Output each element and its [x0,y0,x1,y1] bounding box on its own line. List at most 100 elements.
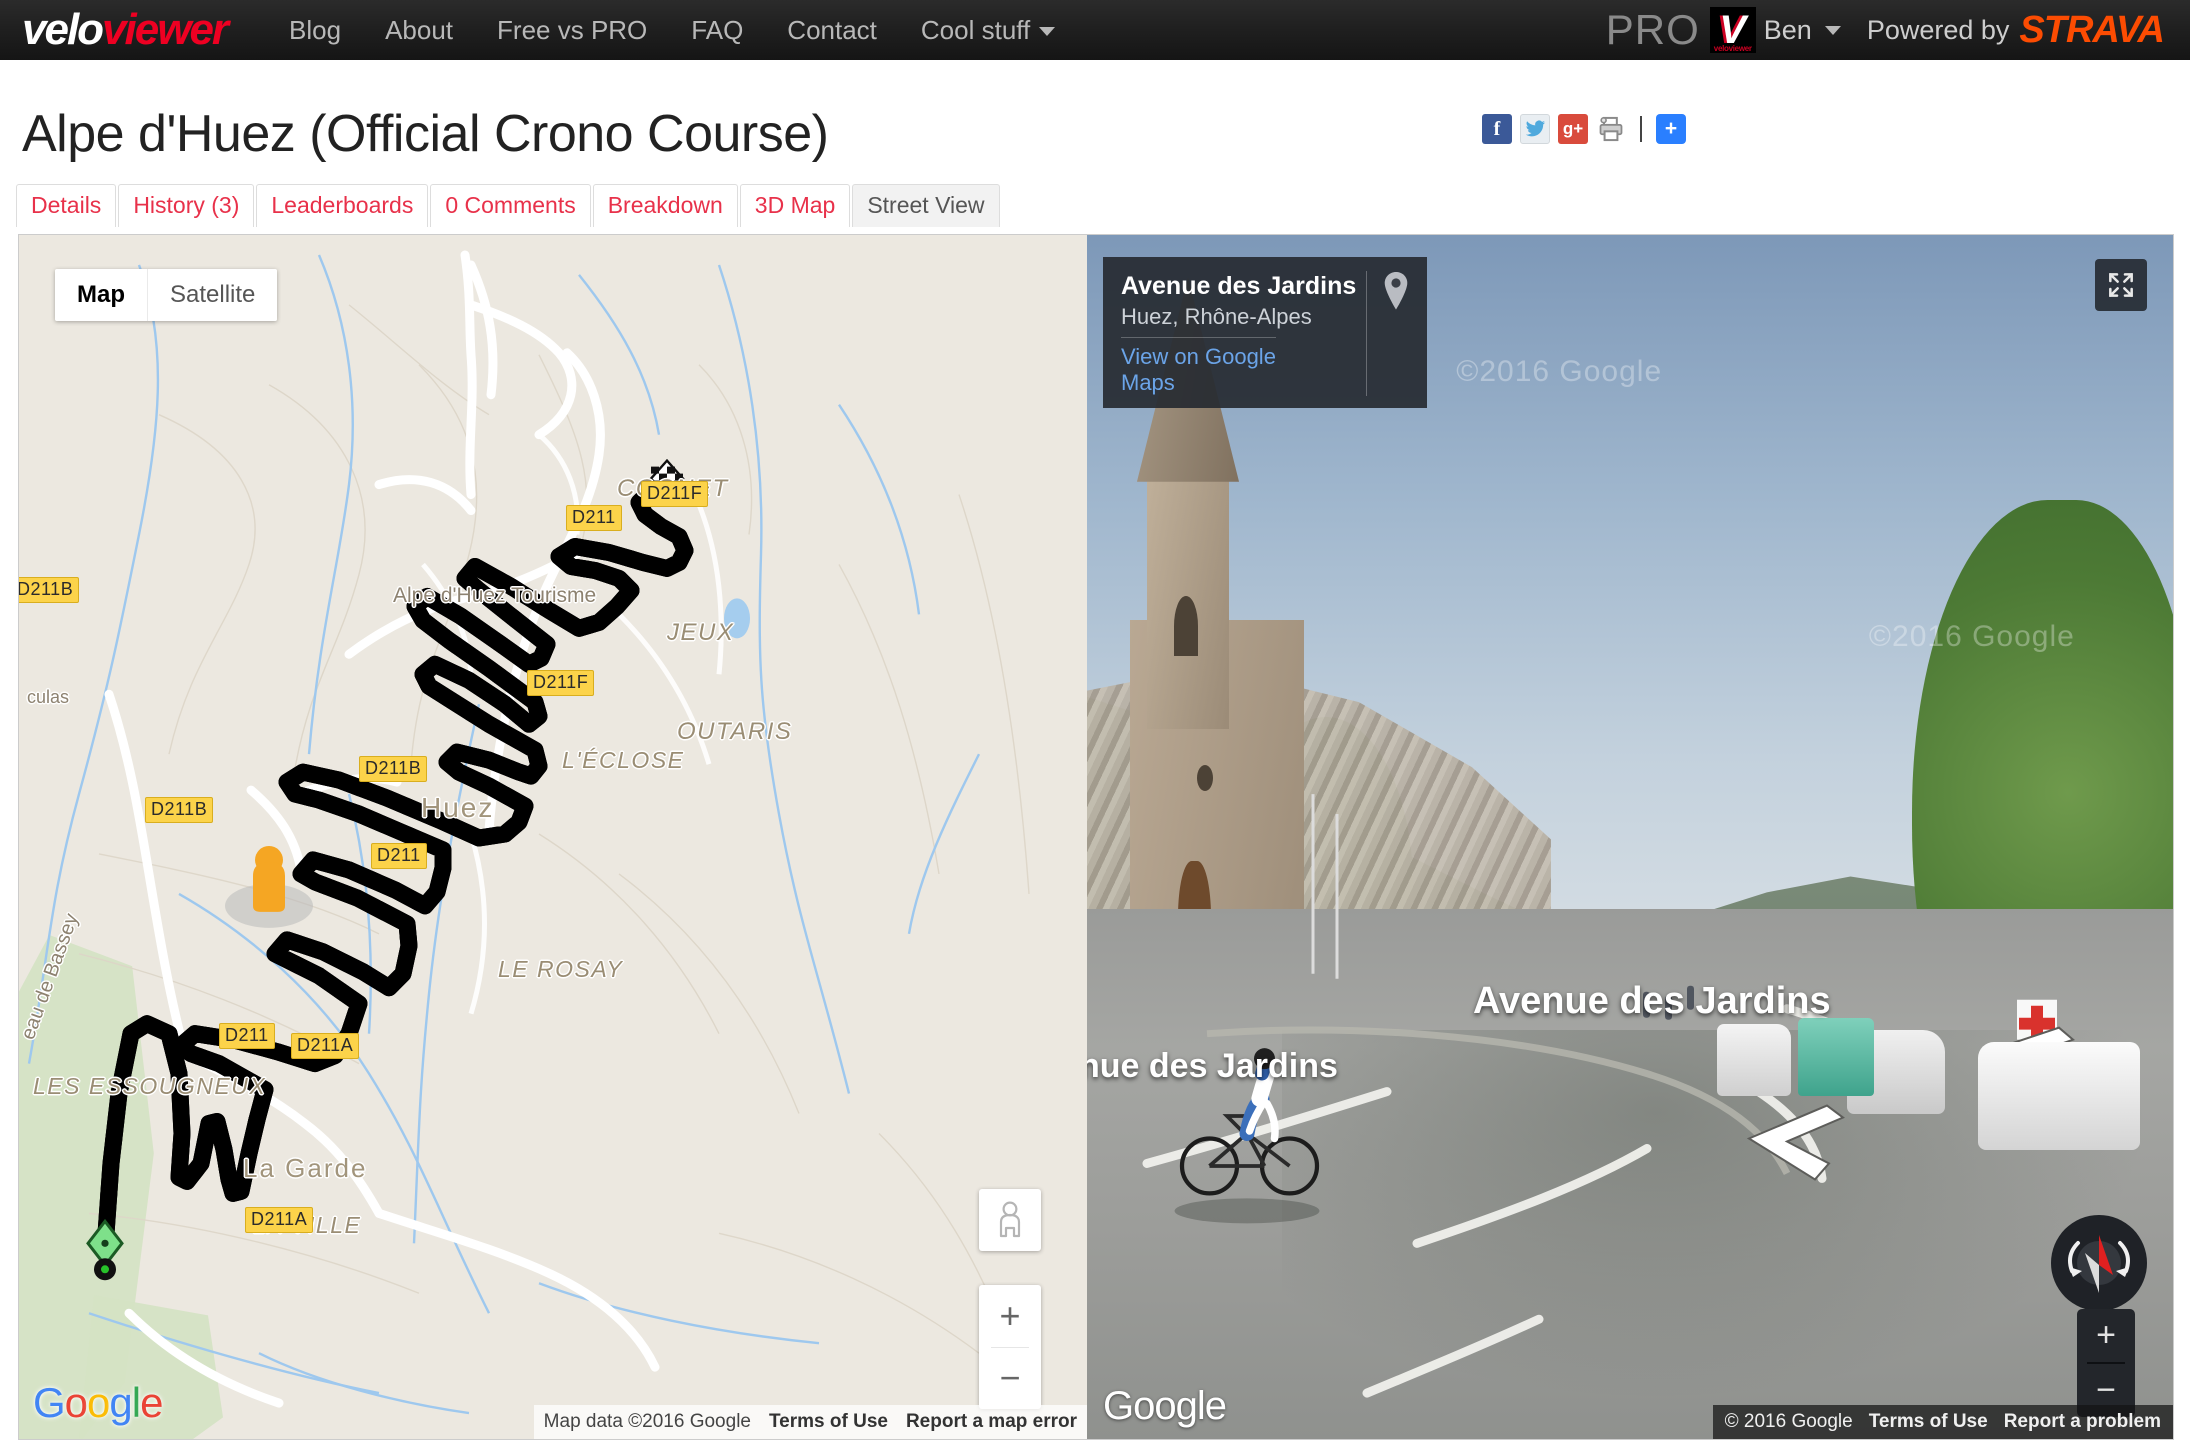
nav-link-faq[interactable]: FAQ [669,15,765,46]
avatar-mini-label: veloviewer [1713,44,1752,53]
sv-parked-car-far [1716,1023,1791,1096]
chevron-down-icon [1039,27,1056,37]
road-shield-d211b-1: D211B [19,577,80,603]
sv-flagpoles [1311,794,1339,979]
content-panel: culas COGNET JEUX OUTARIS L'ÉCLOSE Alpe … [18,234,2174,1440]
street-view-attribution-bar: © 2016 Google Terms of Use Report a prob… [1712,1405,2173,1439]
map-zoom-out-button[interactable]: − [979,1348,1041,1410]
nav-right-group: PRO V veloviewer Ben Powered by STRAVA [1606,0,2176,60]
sv-pin-wrapper [1366,271,1411,396]
map-terms-of-use-link[interactable]: Terms of Use [769,1411,888,1433]
google-logo-map[interactable]: Google [33,1379,163,1427]
share-divider [1640,116,1642,142]
logo-text-velo: velo [22,5,104,54]
sv-green-van [1798,1017,1875,1096]
tab-leaderboards[interactable]: Leaderboards [256,184,429,227]
sv-location-subtitle: Huez, Rhône-Alpes [1121,304,1312,330]
compass-control[interactable] [2051,1215,2147,1311]
sv-info-text-group: Avenue des Jardins Huez, Rhône-Alpes Vie… [1121,271,1356,396]
fullscreen-button[interactable] [2095,259,2147,311]
twitter-share-icon[interactable] [1520,114,1550,144]
top-navigation-bar: veloviewer Blog About Free vs PRO FAQ Co… [0,0,2190,60]
tab-3d-map[interactable]: 3D Map [739,184,851,227]
avatar[interactable]: V veloviewer [1709,7,1756,53]
map-report-error-link[interactable]: Report a map error [906,1411,1077,1433]
pegman-marker-icon [253,845,285,912]
street-view-pane[interactable]: ©2016 Google ©2016 Google Avenue des Jar… [1087,235,2173,1439]
tab-street-view[interactable]: Street View [852,184,1000,227]
logo-text-viewer: viewer [102,5,229,54]
nav-link-contact[interactable]: Contact [765,15,899,46]
sv-copyright: © 2016 Google [1724,1411,1853,1432]
pegman-icon [999,1201,1021,1238]
pegman-control[interactable] [979,1189,1041,1251]
road-shield-d211b-2: D211B [359,756,428,782]
fullscreen-icon [2109,273,2133,297]
map-type-satellite[interactable]: Satellite [147,269,278,321]
sv-white-suv [1977,1041,2141,1151]
map-attribution-bar: Map data ©2016 Google Terms of Use Repor… [533,1405,1087,1439]
road-shield-d211a-1: D211A [291,1033,360,1059]
sv-overlay-vector [1142,794,2075,1398]
sv-cyclist [1174,1048,1320,1224]
street-view-info-box: Avenue des Jardins Huez, Rhône-Alpes Vie… [1103,257,1428,408]
veloviewer-logo[interactable]: veloviewer [22,5,229,54]
twitter-bird-glyph [1525,120,1546,137]
map-zoom-in-button[interactable]: + [979,1285,1041,1347]
strava-logo[interactable]: STRAVA [2019,9,2165,52]
street-view-photo[interactable]: ©2016 Google ©2016 Google Avenue des Jar… [1087,235,2173,1439]
facebook-glyph: f [1493,117,1501,140]
road-shield-d211a-2: D211A [245,1207,314,1233]
sv-terms-of-use-link[interactable]: Terms of Use [1869,1411,1988,1433]
user-menu-chevron-down-icon[interactable] [1824,25,1841,35]
map-zoom-control: + − [979,1285,1041,1409]
road-shield-d211-2: D211 [371,843,427,869]
nav-links: Blog About Free vs PRO FAQ Contact Cool … [267,15,1077,46]
nav-link-about[interactable]: About [363,15,475,46]
tab-details[interactable]: Details [16,184,117,227]
google-plus-glyph: g+ [1562,119,1584,138]
user-menu-label[interactable]: Ben [1764,15,1812,46]
nav-link-blog[interactable]: Blog [267,15,363,46]
road-shield-d211-3: D211 [219,1023,275,1049]
sv-view-on-google-maps-link[interactable]: View on Google Maps [1121,336,1276,396]
map-data-copyright: Map data ©2016 Google [543,1411,751,1432]
tab-breakdown[interactable]: Breakdown [592,184,738,227]
page-title: Alpe d'Huez (Official Crono Course) [22,105,829,163]
route-start-marker [86,1218,124,1281]
nav-link-free-vs-pro[interactable]: Free vs PRO [475,15,669,46]
addthis-share-icon[interactable]: + [1656,114,1686,144]
map-type-control: Map Satellite [55,269,278,321]
powered-by-text: Powered by [1866,14,2010,45]
pro-badge: PRO [1605,6,1700,53]
sv-curb [1206,1026,1791,1176]
map-vector-layer [27,250,1030,1415]
nav-link-cool-stuff-label: Cool stuff [920,14,1031,45]
addthis-glyph: + [1664,117,1678,140]
printer-glyph [1599,116,1623,142]
tab-bar: Details History (3) Leaderboards 0 Comme… [16,184,1002,227]
nav-link-cool-stuff[interactable]: Cool stuff [899,15,1077,46]
social-share-bar: f g+ + [1482,114,1686,144]
street-view-zoom-control: + − [2077,1309,2135,1417]
road-shield-d211f-1: D211F [641,481,709,507]
tab-comments[interactable]: 0 Comments [430,184,591,227]
road-shield-d211f-2: D211F [527,670,595,696]
map-pin-icon[interactable] [1381,271,1411,311]
facebook-share-icon[interactable]: f [1482,114,1512,144]
sv-report-problem-link[interactable]: Report a problem [2004,1411,2161,1433]
sv-location-title: Avenue des Jardins [1121,272,1357,300]
road-shield-d211-1: D211 [566,505,622,531]
tab-history[interactable]: History (3) [118,184,255,227]
map-type-map[interactable]: Map [55,269,147,321]
map-contour-lines [78,304,1030,1354]
road-shield-d211b-3: D211B [145,797,214,823]
sv-zoom-in-button[interactable]: + [2077,1309,2135,1362]
map-pane[interactable]: culas COGNET JEUX OUTARIS L'ÉCLOSE Alpe … [19,235,1087,1439]
google-plus-share-icon[interactable]: g+ [1558,114,1588,144]
avatar-mark: V [1719,8,1747,52]
print-share-icon[interactable] [1596,114,1626,144]
sv-chevron-near [1746,1104,1845,1181]
google-logo-street-view[interactable]: Google [1103,1384,1227,1429]
sv-pedestrians [1643,985,1694,1020]
